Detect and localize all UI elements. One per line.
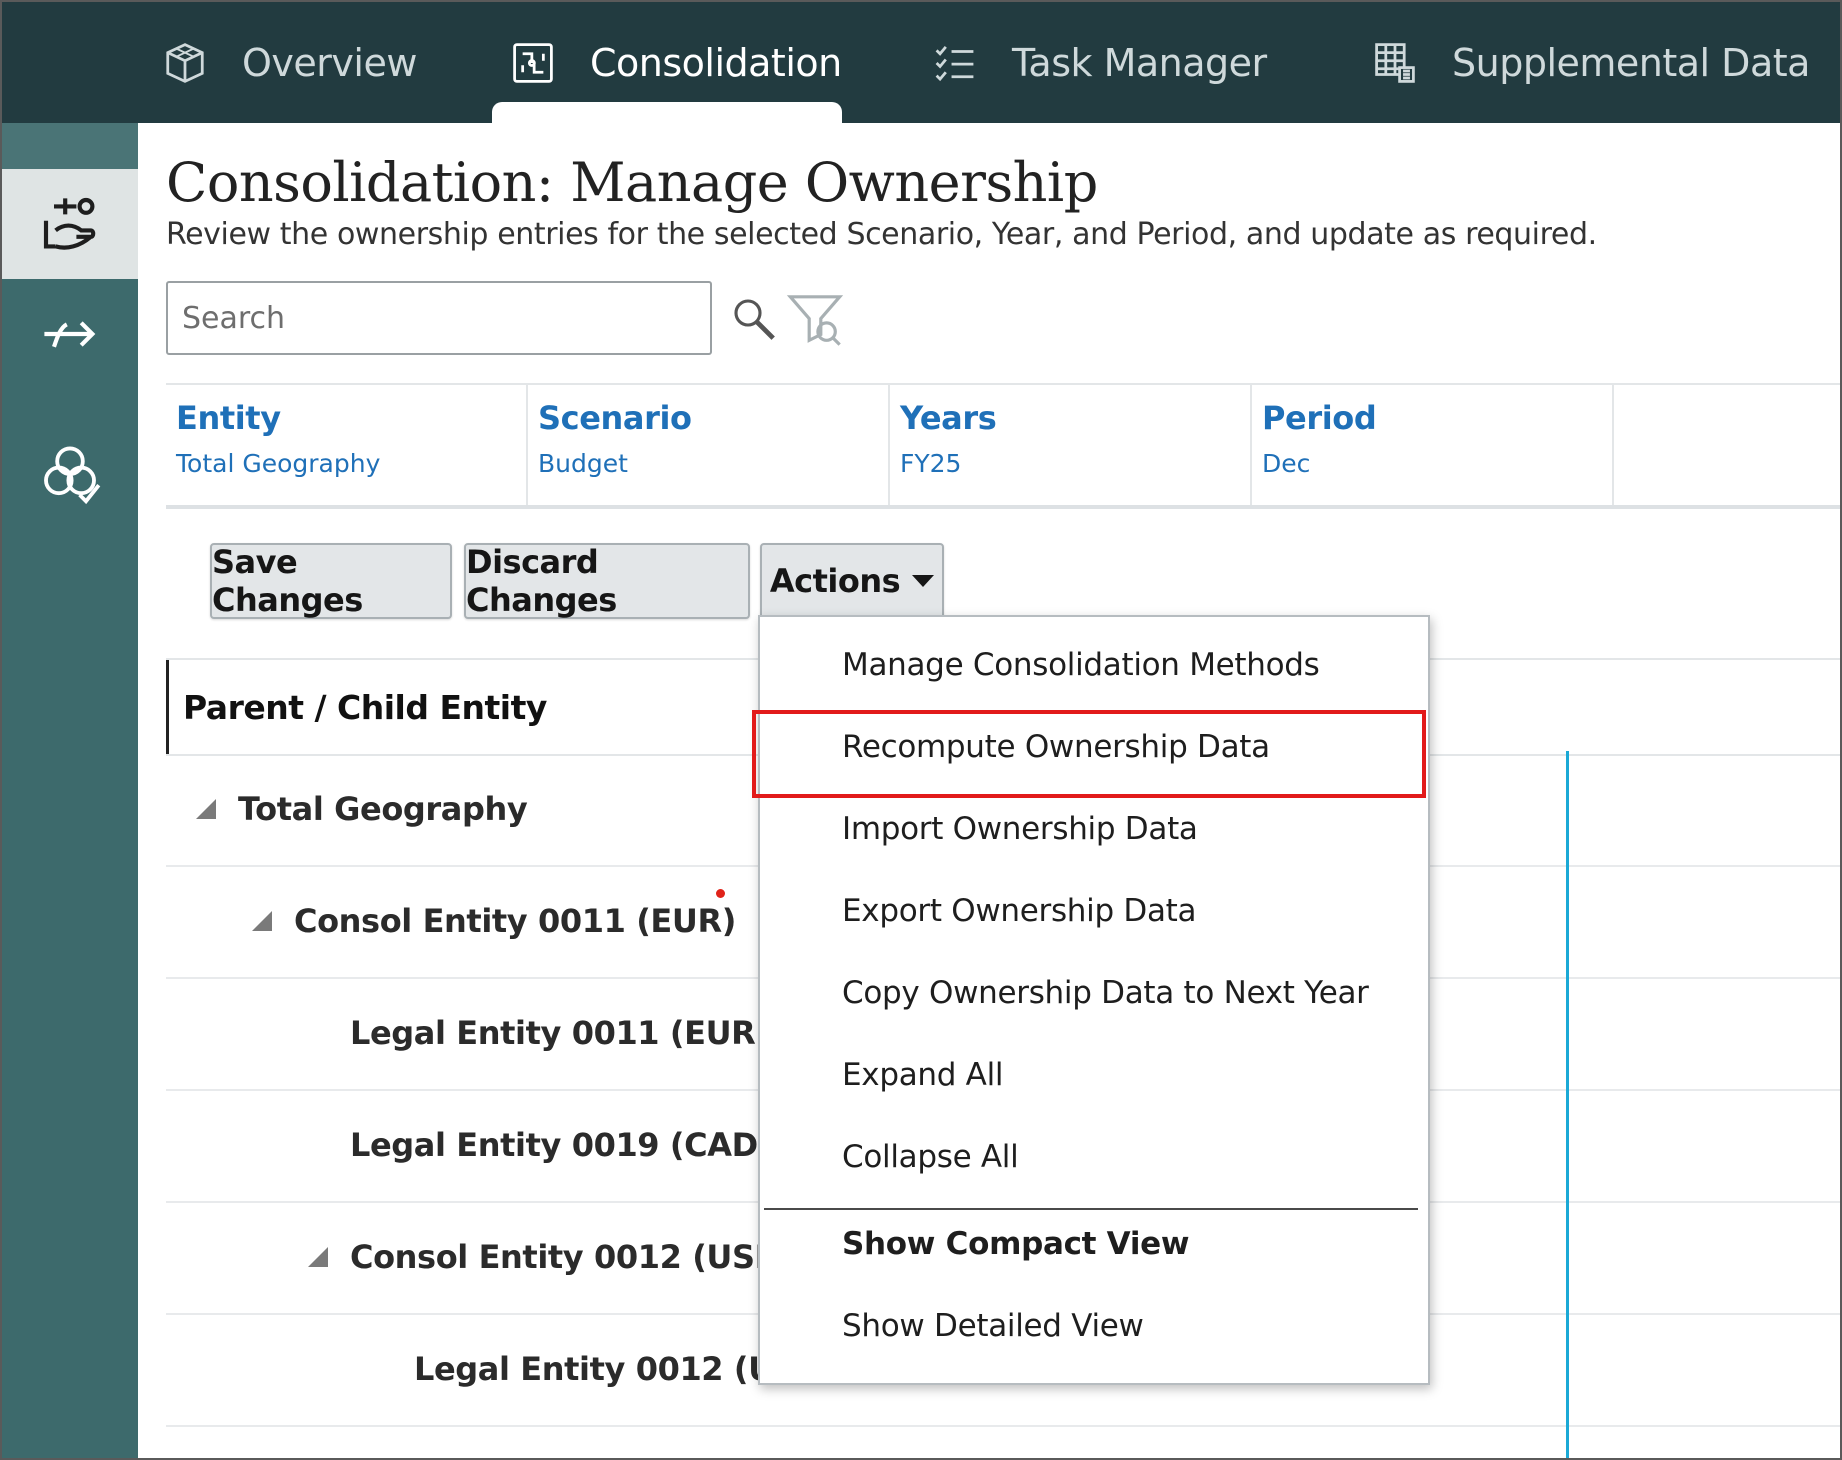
left-rail [2, 123, 138, 1458]
menu-item-show-detailed-view[interactable]: Show Detailed View [842, 1308, 1144, 1344]
search-input[interactable] [168, 283, 710, 353]
tab-label: Task Manager [1012, 40, 1267, 85]
tab-task-manager[interactable]: Task Manager [932, 2, 1267, 123]
pov-scenario[interactable]: Scenario Budget [528, 385, 890, 505]
save-changes-button[interactable]: Save Changes [210, 543, 452, 619]
pov-label: Years [900, 399, 997, 437]
page-subtitle: Review the ownership entries for the sel… [166, 217, 1597, 252]
filter-icon[interactable] [786, 291, 844, 349]
top-navigation: Overview Consolidation Task Manager Supp… [2, 2, 1840, 123]
main-content: Consolidation: Manage Ownership Review t… [138, 123, 1840, 1458]
approvals-icon [44, 446, 101, 505]
rail-item-flow[interactable] [2, 279, 138, 389]
pov-value[interactable]: Dec [1262, 449, 1310, 478]
menu-item-expand-all[interactable]: Expand All [842, 1057, 1004, 1093]
rail-item-ownership[interactable] [2, 169, 138, 279]
rail-header [2, 123, 138, 169]
entity-name: Total Geography [238, 790, 528, 828]
expand-triangle-icon[interactable] [252, 911, 272, 931]
tab-supplemental-data[interactable]: Supplemental Data [1372, 2, 1810, 123]
entity-name: Consol Entity 0011 (EUR) [294, 902, 736, 940]
pov-label: Scenario [538, 399, 692, 437]
ownership-icon [43, 197, 96, 250]
pov-label: Entity [176, 399, 281, 437]
modified-indicator-dot [716, 889, 725, 898]
entity-name: Consol Entity 0012 (USD [350, 1238, 781, 1276]
pov-label: Period [1262, 399, 1377, 437]
row-label: Legal Entity 0019 (CAD) [350, 1126, 772, 1164]
actions-label: Actions [769, 562, 901, 600]
menu-item-collapse-all[interactable]: Collapse All [842, 1139, 1019, 1175]
highlight-box [752, 710, 1426, 798]
tab-overview[interactable]: Overview [162, 2, 417, 123]
checklist-icon [935, 45, 974, 81]
row-label: Total Geography [196, 753, 528, 865]
tab-label: Supplemental Data [1452, 40, 1810, 85]
row-label: Legal Entity 0011 (EUR) [350, 1014, 770, 1052]
expand-triangle-icon[interactable] [308, 1247, 328, 1267]
actions-menu-button[interactable]: Actions [760, 543, 944, 619]
app-window: Overview Consolidation Task Manager Supp… [0, 0, 1842, 1460]
search-field[interactable] [166, 281, 712, 355]
cube-icon [166, 42, 204, 83]
page-title: Consolidation: Manage Ownership [166, 151, 1098, 214]
rail-item-approvals[interactable] [2, 419, 138, 529]
caret-down-icon [912, 575, 935, 587]
search-icon[interactable] [730, 295, 778, 343]
discard-changes-button[interactable]: Discard Changes [464, 543, 750, 619]
pov-value[interactable]: Budget [538, 449, 628, 478]
pov-period[interactable]: Period Dec [1252, 385, 1614, 505]
tab-label: Overview [242, 40, 417, 85]
pov-value[interactable]: Total Geography [176, 449, 380, 478]
menu-item-manage-consolidation-methods[interactable]: Manage Consolidation Methods [842, 647, 1320, 683]
menu-item-export-ownership-data[interactable]: Export Ownership Data [842, 893, 1197, 929]
flow-arrow-icon [44, 321, 96, 348]
menu-separator [764, 1208, 1418, 1210]
menu-item-show-compact-view[interactable]: Show Compact View [842, 1226, 1190, 1262]
expand-triangle-icon[interactable] [196, 799, 216, 819]
tab-label: Consolidation [590, 40, 842, 85]
pov-entity[interactable]: Entity Total Geography [166, 385, 528, 505]
pov-bar: Entity Total Geography Scenario Budget Y… [166, 383, 1840, 509]
active-tab-indicator [492, 102, 842, 123]
consolidation-icon [513, 42, 553, 83]
grid-column-divider [1566, 751, 1569, 1458]
menu-item-import-ownership-data[interactable]: Import Ownership Data [842, 811, 1198, 847]
menu-item-copy-ownership-data[interactable]: Copy Ownership Data to Next Year [842, 975, 1369, 1011]
row-label: Consol Entity 0012 (USD [308, 1201, 781, 1313]
row-label: Consol Entity 0011 (EUR) [252, 865, 736, 977]
row-label: Legal Entity 0012 (U [414, 1350, 774, 1388]
pov-value[interactable]: FY25 [900, 449, 961, 478]
column-header-entity[interactable]: Parent / Child Entity [166, 660, 547, 754]
pov-years[interactable]: Years FY25 [890, 385, 1252, 505]
data-grid-icon [1375, 42, 1415, 83]
